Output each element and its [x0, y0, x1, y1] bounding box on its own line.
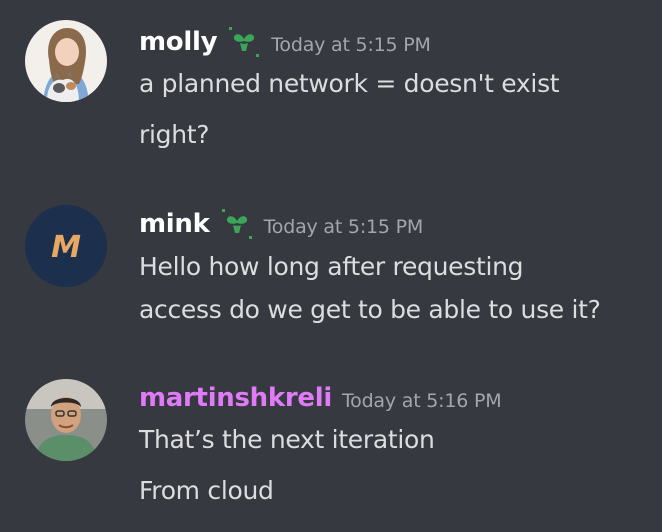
message-text-line: right? — [139, 120, 210, 149]
timestamp: Today at 5:15 PM — [271, 34, 431, 56]
username[interactable]: martinshkreli — [139, 383, 332, 413]
avatar-molly[interactable] — [25, 20, 107, 102]
svg-text:M: M — [51, 230, 81, 265]
message-text-line: That’s the next iteration — [139, 425, 435, 454]
timestamp: Today at 5:16 PM — [341, 390, 502, 412]
letter-m-logo-icon: M — [25, 205, 107, 287]
message-header: martinshkreli Today at 5:16 PM — [139, 378, 502, 418]
message-text-line: access do we get to be able to use it? — [139, 295, 601, 324]
user-photo-icon — [25, 379, 107, 461]
message-text-line: Hello how long after requesting — [139, 252, 524, 281]
chat-messages: molly Today at 5:15 PM a planned network… — [0, 0, 662, 532]
timestamp: Today at 5:15 PM — [263, 216, 424, 238]
sprout-badge-icon[interactable] — [220, 207, 254, 241]
message-header: mink Today at 5:15 PM — [139, 204, 423, 244]
illustrated-girl-with-cat-icon — [25, 20, 107, 102]
message-text-line: a planned network = doesn't exist — [139, 69, 560, 98]
message-header: molly Today at 5:15 PM — [139, 22, 431, 62]
avatar-martinshkreli[interactable] — [25, 379, 107, 461]
avatar-mink[interactable]: M — [25, 205, 107, 287]
username[interactable]: mink — [139, 209, 210, 239]
message-text-line: From cloud — [139, 476, 274, 505]
sprout-badge-icon[interactable] — [227, 25, 261, 59]
username[interactable]: molly — [139, 27, 218, 57]
